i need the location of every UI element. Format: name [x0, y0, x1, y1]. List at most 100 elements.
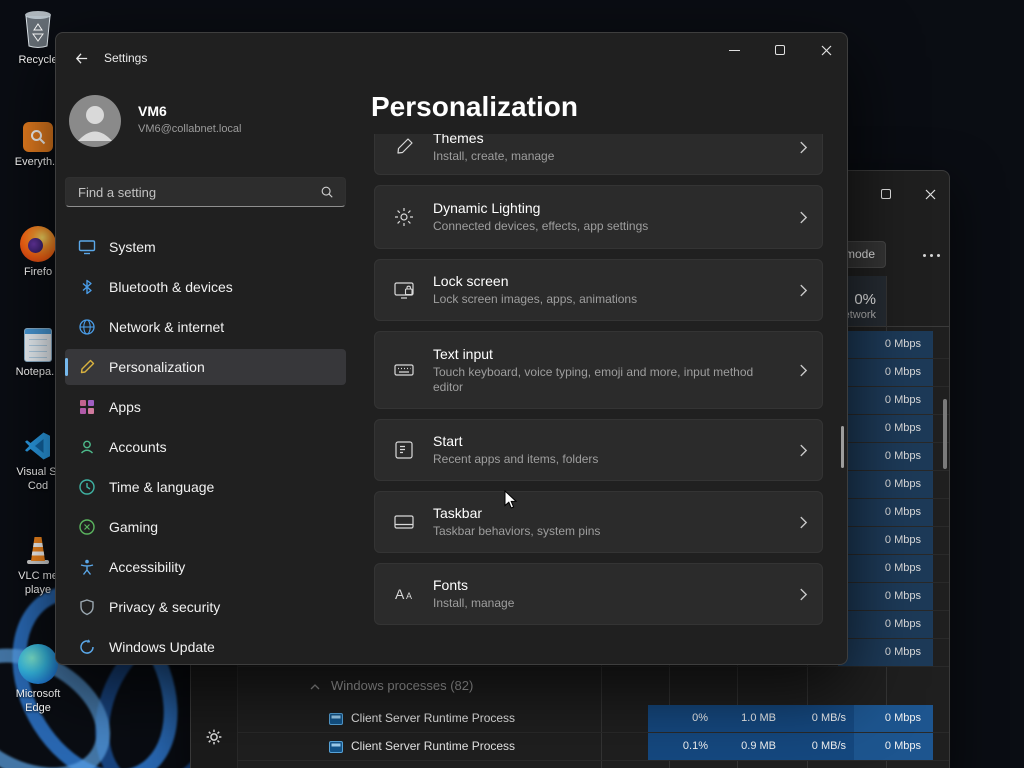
- back-button[interactable]: [66, 45, 96, 71]
- sidebar-item-network-internet[interactable]: Network & internet: [65, 309, 346, 345]
- process-group-header[interactable]: Windows processes (82): [238, 667, 949, 705]
- card-title: Taskbar: [433, 505, 483, 521]
- disk-cell: 0 MB/s: [784, 733, 854, 760]
- sidebar-item-time-language[interactable]: Time & language: [65, 469, 346, 505]
- tm-scrollbar-thumb[interactable]: [943, 399, 947, 469]
- process-icon: [329, 713, 343, 725]
- card-title: Fonts: [433, 577, 469, 593]
- settings-card-list: Themes Install, create, manage Dynamic L…: [374, 134, 823, 658]
- cpu-cell: 0.1%: [648, 733, 716, 760]
- network-cell: 0 Mbps: [854, 705, 933, 732]
- search-icon[interactable]: [320, 185, 334, 199]
- accessibility-person-icon: [80, 559, 94, 575]
- more-options-icon: [922, 253, 926, 257]
- chevron-right-icon: [800, 516, 808, 528]
- process-icon: [329, 741, 343, 753]
- sidebar-item-bluetooth-devices[interactable]: Bluetooth & devices: [65, 269, 346, 305]
- user-domain: VM6@collabnet.local: [138, 123, 242, 135]
- memory-cell: 0.9 MB: [716, 733, 784, 760]
- settings-scrollbar-thumb[interactable]: [841, 426, 844, 468]
- maximize-icon: [881, 189, 891, 199]
- network-cell: 0 Mbps: [854, 733, 933, 760]
- desktop-icon-label: Firefo: [23, 266, 53, 278]
- card-title: Lock screen: [433, 273, 509, 289]
- chevron-right-icon: [800, 211, 808, 223]
- maximize-icon: [775, 45, 785, 55]
- shield-icon: [80, 599, 94, 616]
- chevron-right-icon: [800, 588, 808, 600]
- maximize-button[interactable]: [757, 33, 803, 67]
- window-title: Settings: [104, 51, 148, 65]
- keyboard-icon: [375, 359, 433, 381]
- lock-screen-icon: [375, 279, 433, 301]
- card-text-input[interactable]: Text input Touch keyboard, voice typing,…: [374, 331, 823, 409]
- tm-close-button[interactable]: [907, 179, 949, 209]
- card-themes[interactable]: Themes Install, create, manage: [374, 134, 823, 175]
- minimize-button[interactable]: [711, 33, 757, 67]
- firefox-icon: [20, 226, 56, 262]
- desktop-icon-label: Cod: [27, 480, 49, 492]
- sidebar-item-personalization[interactable]: Personalization: [65, 349, 346, 385]
- page-title: Personalization: [371, 91, 578, 122]
- sidebar-item-privacy-security[interactable]: Privacy & security: [65, 589, 346, 625]
- disk-cell: 0 MB/s: [784, 705, 854, 732]
- card-dynamic-lighting[interactable]: Dynamic Lighting Connected devices, effe…: [374, 185, 823, 249]
- tm-maximize-button[interactable]: [863, 179, 909, 209]
- process-row[interactable]: Client Server Runtime Process 0.1% 0.9 M…: [238, 733, 949, 761]
- vscode-icon: [25, 432, 50, 460]
- card-subtitle: Recent apps and items, folders: [433, 452, 599, 466]
- notepad-icon: [24, 328, 52, 362]
- clock-icon: [79, 479, 95, 495]
- more-options-button[interactable]: [919, 244, 943, 266]
- card-subtitle: Taskbar behaviors, system pins: [433, 524, 601, 538]
- desktop-icon-label: Microsoft: [15, 688, 61, 700]
- desktop-icon-label: Recycle: [18, 54, 58, 66]
- desktop-icon-label: playe: [24, 584, 52, 596]
- svg-text:A: A: [406, 591, 412, 601]
- card-start[interactable]: Start Recent apps and items, folders: [374, 419, 823, 481]
- card-subtitle: Touch keyboard, voice typing, emoji and …: [433, 364, 754, 394]
- card-lock-screen[interactable]: Lock screen Lock screen images, apps, an…: [374, 259, 823, 321]
- fonts-icon: A A: [375, 583, 433, 605]
- chevron-right-icon: [800, 444, 808, 456]
- themes-brush-icon: [375, 136, 433, 158]
- vlc-icon: [27, 537, 49, 564]
- card-subtitle: Lock screen images, apps, animations: [433, 292, 638, 306]
- update-arrows-icon: [80, 639, 94, 654]
- bluetooth-icon: [82, 279, 92, 295]
- paintbrush-icon: [80, 359, 95, 374]
- sidebar-item-accounts[interactable]: Accounts: [65, 429, 346, 465]
- sidebar-item-gaming[interactable]: Gaming: [65, 509, 346, 545]
- system-icon: [78, 240, 96, 255]
- card-subtitle: Install, manage: [433, 596, 515, 610]
- edge-icon: [18, 644, 58, 684]
- sidebar-item-apps[interactable]: Apps: [65, 389, 346, 425]
- process-row[interactable]: Client Server Runtime Process 0% 1.0 MB …: [238, 705, 949, 733]
- card-taskbar[interactable]: Taskbar Taskbar behaviors, system pins: [374, 491, 823, 553]
- card-title: Dynamic Lighting: [433, 200, 541, 216]
- sidebar-item-windows-update[interactable]: Windows Update: [65, 629, 346, 664]
- settings-gear-button[interactable]: [204, 727, 224, 752]
- desktop-icon-label: Notepa...: [15, 366, 61, 378]
- globe-icon: [79, 319, 95, 335]
- cpu-cell: 0%: [648, 705, 716, 732]
- desktop-icon-label: Edge: [25, 702, 51, 714]
- card-title: Text input: [433, 345, 493, 362]
- search-input[interactable]: [66, 184, 320, 200]
- svg-text:A: A: [395, 586, 405, 602]
- sidebar-item-accessibility[interactable]: Accessibility: [65, 549, 346, 585]
- close-button[interactable]: [803, 33, 847, 67]
- close-icon: [821, 45, 831, 55]
- process-name: Client Server Runtime Process: [351, 711, 516, 725]
- account-profile[interactable]: VM6 VM6@collabnet.local: [69, 95, 369, 151]
- card-fonts[interactable]: A A Fonts Install, manage: [374, 563, 823, 625]
- recycle-bin-icon: [25, 11, 51, 48]
- card-subtitle: Install, create, manage: [433, 149, 555, 163]
- memory-cell: 1.0 MB: [716, 705, 784, 732]
- apps-grid-icon: [80, 400, 94, 414]
- taskbar-icon: [375, 511, 433, 533]
- settings-window: Settings VM6 VM6@collabnet.local System: [55, 32, 848, 665]
- sidebar-item-system[interactable]: System: [65, 229, 346, 265]
- everything-icon: [23, 122, 53, 152]
- chevron-up-icon: [310, 684, 320, 690]
